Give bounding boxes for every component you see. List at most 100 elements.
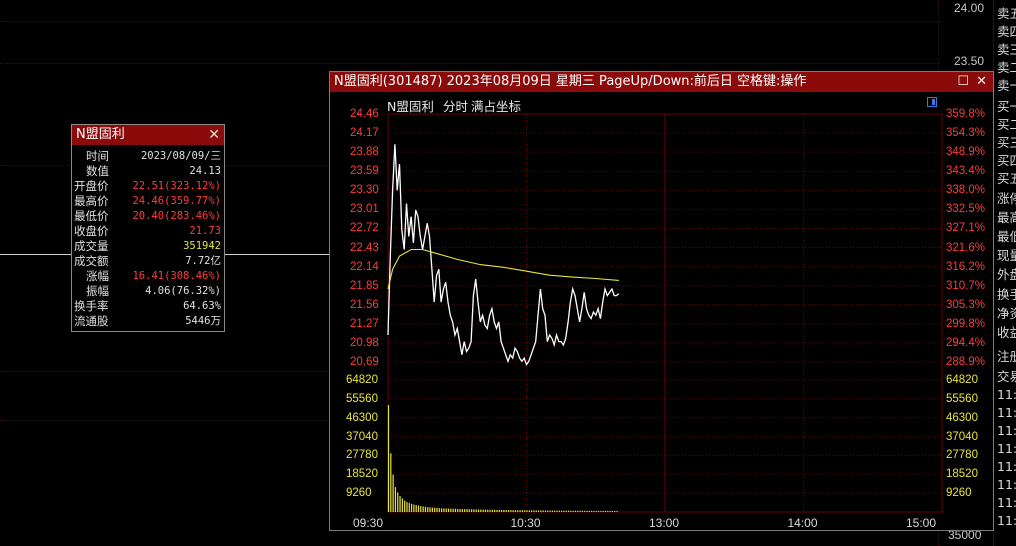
info-row: 时间 2023/08/09/三 xyxy=(74,149,221,164)
info-row-value: 24.46(359.77%) xyxy=(132,195,221,207)
info-row-value: 20.40(283.46%) xyxy=(132,210,221,222)
info-row: 收盘价 21.73 xyxy=(74,224,221,239)
trade-time: 11: xyxy=(997,459,1016,474)
price-tick-label: 24.17 xyxy=(350,127,379,140)
price-tick-label: 21.85 xyxy=(350,279,379,292)
volume-tick-label: 9260 xyxy=(346,487,372,500)
quote-item: 卖五 xyxy=(997,6,1016,21)
info-row-label: 数值 xyxy=(86,164,109,178)
price-tick-label: 24.46 xyxy=(350,108,379,120)
quote-item: 外盘 xyxy=(997,267,1016,282)
quote-item: 买五 xyxy=(997,171,1016,186)
trade-time: 11: xyxy=(997,423,1016,438)
quote-item: 买三 xyxy=(997,135,1016,150)
info-row-label: 流通股 xyxy=(74,314,109,328)
info-row-value: 64.63% xyxy=(183,300,221,312)
time-tick-label: 10:30 xyxy=(510,516,541,530)
price-tick-label: 21.56 xyxy=(350,298,379,311)
volume-tick-label: 46300 xyxy=(346,411,378,424)
info-row: 开盘价 22.51(323.12%) xyxy=(74,179,221,194)
info-row: 最高价 24.46(359.77%) xyxy=(74,194,221,209)
volume-tick-label: 37040 xyxy=(946,430,978,443)
time-tick-label: 15:00 xyxy=(906,516,937,530)
info-popup-title[interactable]: N盟固利 xyxy=(72,125,224,145)
info-row: 最低价 20.40(283.46%) xyxy=(74,209,221,224)
volume-tick-label: 55560 xyxy=(346,392,378,405)
time-tick-label: 14:00 xyxy=(787,516,818,530)
info-row-label: 最低价 xyxy=(74,209,109,223)
info-row: 成交量 351942 xyxy=(74,239,221,254)
price-tick-label: 23.30 xyxy=(350,184,379,197)
quote-item: 换手 xyxy=(997,287,1016,302)
quote-item: 收益 xyxy=(997,325,1016,340)
quote-item: 买一 xyxy=(997,99,1016,114)
info-row-value: 4.06(76.32%) xyxy=(145,285,221,297)
quote-item: 涨停 xyxy=(997,191,1016,206)
info-row: 数值 24.13 xyxy=(74,164,221,179)
percent-tick-label: 327.1% xyxy=(946,222,986,235)
price-line xyxy=(387,144,620,367)
percent-tick-label: 343.4% xyxy=(946,165,986,178)
volume-tick-label: 64820 xyxy=(346,374,378,386)
trade-time: 11: xyxy=(997,477,1016,492)
info-row-label: 收盘价 xyxy=(74,224,109,238)
price-tick-label: 20.98 xyxy=(350,336,379,349)
percent-tick-label: 332.5% xyxy=(946,203,986,216)
info-row-value: 5446万 xyxy=(185,315,221,327)
info-row: 振幅 4.06(76.32%) xyxy=(74,284,221,299)
percent-tick-label: 299.8% xyxy=(946,317,986,330)
info-row-label: 涨幅 xyxy=(86,269,109,283)
price-tick-label: 22.14 xyxy=(350,260,379,273)
info-row-value: 22.51(323.12%) xyxy=(132,180,221,192)
volume-tick-label: 64820 xyxy=(946,374,978,386)
price-tick-label: 22.72 xyxy=(350,222,379,235)
info-row-value: 21.73 xyxy=(189,225,221,237)
trade-time: 11: xyxy=(997,405,1016,420)
percent-tick-label: 359.8% xyxy=(946,108,986,120)
percent-tick-label: 348.9% xyxy=(946,146,986,159)
info-row-label: 最高价 xyxy=(74,194,109,208)
info-row: 涨幅 16.41(308.46%) xyxy=(74,269,221,284)
bg-price-label: 24.00 xyxy=(954,1,985,15)
info-row: 换手率 64.63% xyxy=(74,299,221,314)
percent-tick-label: 354.3% xyxy=(946,127,986,140)
quote-item: 买二 xyxy=(997,117,1016,132)
info-row-value: 7.72亿 xyxy=(185,255,221,267)
info-row: 流通股 5446万 xyxy=(74,314,221,329)
info-row-label: 成交量 xyxy=(74,239,109,253)
average-price-line xyxy=(387,248,619,290)
volume-tick-label: 55560 xyxy=(946,392,978,405)
quote-item: 卖二 xyxy=(997,60,1016,75)
percent-tick-label: 288.9% xyxy=(946,356,986,368)
quote-item: 买四 xyxy=(997,153,1016,168)
info-row-label: 成交额 xyxy=(74,254,109,268)
time-tick-label: 09:30 xyxy=(353,516,384,530)
price-tick-label: 21.27 xyxy=(350,317,379,330)
info-row-value: 2023/08/09/三 xyxy=(140,150,221,162)
price-tick-label: 20.69 xyxy=(350,356,379,368)
volume-tick-label: 46300 xyxy=(946,411,978,424)
percent-tick-label: 310.7% xyxy=(946,279,986,292)
volume-tick-label: 18520 xyxy=(946,468,978,481)
volume-tick-label: 37040 xyxy=(346,430,378,443)
percent-tick-label: 305.3% xyxy=(946,298,986,311)
time-tick-label: 13:00 xyxy=(649,516,680,530)
percent-tick-label: 294.4% xyxy=(946,336,986,349)
quote-item: 卖一 xyxy=(997,78,1016,93)
close-icon[interactable]: ✕ xyxy=(208,125,220,145)
quote-item: 现量 xyxy=(997,248,1016,263)
price-tick-label: 22.43 xyxy=(350,241,379,254)
info-row-value: 24.13 xyxy=(189,165,221,177)
price-tick-label: 23.01 xyxy=(350,203,379,216)
quote-item: 最高 xyxy=(997,210,1016,225)
info-row-value: 351942 xyxy=(183,240,221,252)
info-row: 成交额 7.72亿 xyxy=(74,254,221,269)
trade-time: 11: xyxy=(997,387,1016,402)
volume-tick-label: 27780 xyxy=(946,449,978,462)
percent-tick-label: 338.0% xyxy=(946,184,986,197)
percent-tick-label: 321.6% xyxy=(946,241,986,254)
trade-time: 11: xyxy=(997,513,1016,528)
quote-item: 卖三 xyxy=(997,42,1016,57)
bg-gridline xyxy=(0,21,940,22)
volume-tick-label: 18520 xyxy=(346,468,378,481)
